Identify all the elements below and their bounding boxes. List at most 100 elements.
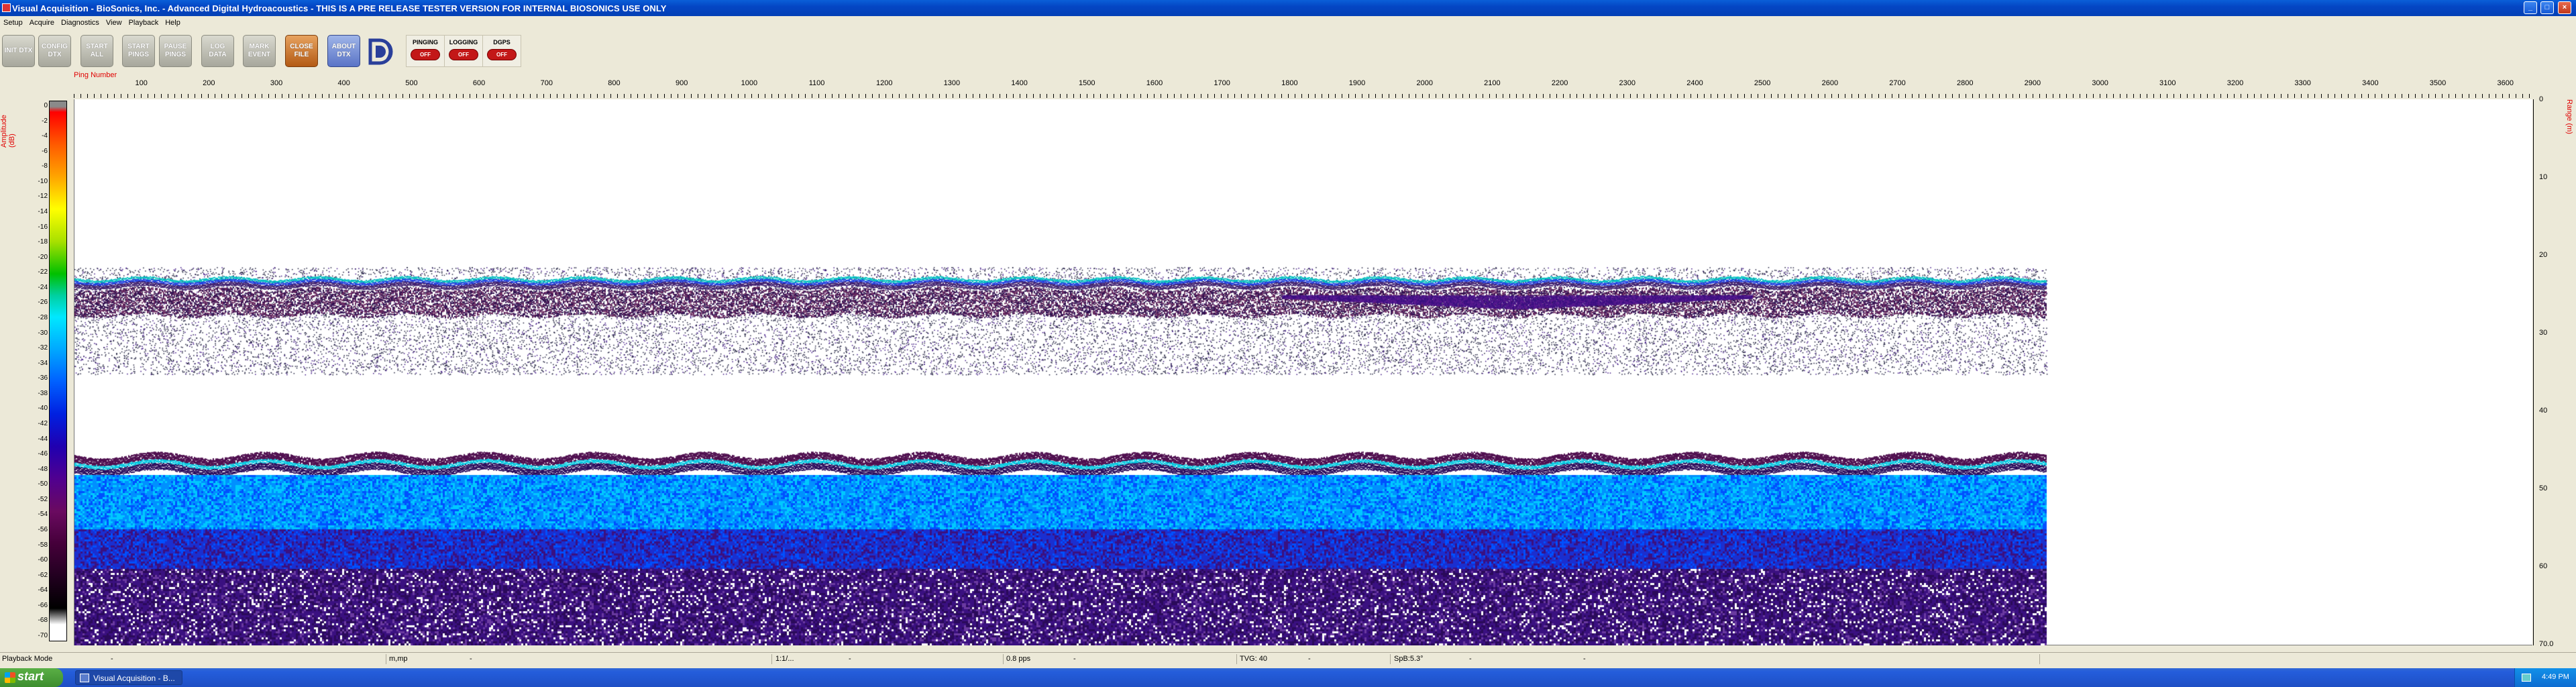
range-tick-label: 0 <box>2539 95 2544 103</box>
echogram-plot[interactable] <box>74 99 2533 645</box>
log-data-button[interactable]: LOG DATA <box>201 35 234 67</box>
range-tick-label: 40 <box>2539 407 2548 415</box>
ping-tick-label: 1400 <box>1011 79 1028 87</box>
amplitude-tick-labels: 0 -2 -4 -6 -8 -10 -12 -14 -16 -18 -20 -22 -24 -26 -28 -… <box>30 101 48 641</box>
ping-tick-label: 1100 <box>808 79 825 87</box>
ping-tick-label: 2800 <box>1956 79 1974 87</box>
units-status: m,mp <box>389 655 408 663</box>
mode-status: Playback Mode <box>2 655 53 663</box>
amplitude-axis-label: Amplitude (dB) <box>0 115 16 148</box>
ping-tick-label: 2000 <box>1416 79 1433 87</box>
amplitude-tick-label: -50 <box>38 480 48 488</box>
init-dtx-button[interactable]: INIT DTX <box>2 35 35 67</box>
clock: 4:49 PM <box>2542 673 2569 681</box>
ping-tick-label: 1000 <box>741 79 758 87</box>
status-bar: Playback Mode - m,mp - 1:1/... - 0.8 pps… <box>0 652 2576 666</box>
start-all-button[interactable]: START ALL <box>80 35 113 67</box>
amplitude-tick-label: -34 <box>38 359 48 367</box>
range-tick-label: 10 <box>2539 173 2548 181</box>
amplitude-tick-label: -12 <box>38 193 48 201</box>
ping-tick-label: 2100 <box>1484 79 1501 87</box>
close-button[interactable]: × <box>2558 1 2571 14</box>
menu-view[interactable]: View <box>103 17 125 27</box>
network-icon[interactable] <box>2522 674 2531 682</box>
toolbar: INIT DTX CONFIG DTX START ALL START PING… <box>0 32 537 70</box>
pinging-indicator: OFF <box>411 49 440 60</box>
menu-acquire[interactable]: Acquire <box>26 17 58 27</box>
title-bar: Visual Acquisition - BioSonics, Inc. - A… <box>0 0 2576 16</box>
app-icon <box>2 3 11 12</box>
ping-tick-label: 2400 <box>1686 79 1703 87</box>
maximize-button[interactable]: □ <box>2540 1 2554 14</box>
status-dash-4: - <box>1073 655 1076 663</box>
menu-diagnostics[interactable]: Diagnostics <box>58 17 103 27</box>
tvg-status: TVG: 40 <box>1240 655 1267 663</box>
close-file-button[interactable]: CLOSE FILE <box>285 35 318 67</box>
pause-pings-button[interactable]: PAUSE PINGS <box>159 35 192 67</box>
amplitude-tick-label: -26 <box>38 299 48 307</box>
mark-event-button[interactable]: MARK EVENT <box>243 35 276 67</box>
range-axis: 0 10 20 30 40 50 60 70.0 <box>2533 95 2573 648</box>
ping-tick-label: 1900 <box>1348 79 1366 87</box>
ping-tick-label: 500 <box>405 79 418 87</box>
ping-tick-label: 3000 <box>2092 79 2108 87</box>
ping-tick-label: 2900 <box>2024 79 2041 87</box>
amplitude-tick-label: -24 <box>38 283 48 291</box>
ping-tick-label: 300 <box>270 79 283 87</box>
system-tray: 4:49 PM <box>2514 668 2576 687</box>
ping-tick-label: 1200 <box>875 79 893 87</box>
amplitude-tick-label: -36 <box>38 374 48 382</box>
ping-number-ruler[interactable]: 100 200 300 400 500 600 700 800 900 1000 1100 1200 1… <box>74 79 2532 99</box>
amplitude-tick-label: -40 <box>38 405 48 413</box>
taskbar: start Visual Acquisition - B... 4:49 PM <box>0 668 2576 687</box>
echogram-canvas[interactable] <box>74 99 2533 645</box>
start-button[interactable]: start <box>0 668 63 687</box>
taskbar-item-visual-acquisition[interactable]: Visual Acquisition - B... <box>75 670 182 685</box>
status-dash-6: - <box>1469 655 1472 663</box>
menu-playback[interactable]: Playback <box>125 17 162 27</box>
ping-tick-label: 900 <box>675 79 688 87</box>
minimize-button[interactable]: _ <box>2524 1 2537 14</box>
amplitude-tick-label: -28 <box>38 314 48 321</box>
status-dash-1: - <box>111 655 113 663</box>
logging-indicator: OFF <box>449 49 478 60</box>
ping-tick-label: 2300 <box>1619 79 1636 87</box>
amplitude-tick-label: -14 <box>38 208 48 215</box>
amplitude-tick-label: -38 <box>38 389 48 397</box>
amplitude-colorbar <box>49 101 67 641</box>
amplitude-tick-label: -54 <box>38 511 48 519</box>
ping-tick-label: 3500 <box>2429 79 2447 87</box>
amplitude-tick-label: -58 <box>38 541 48 549</box>
biosonics-logo-icon <box>368 38 393 65</box>
scale-status: 1:1/... <box>775 655 794 663</box>
pinging-label: PINGING <box>412 39 438 46</box>
status-dash-5: - <box>1308 655 1311 663</box>
about-dtx-button[interactable]: ABOUT DTX <box>327 35 360 67</box>
amplitude-tick-label: -10 <box>38 177 48 185</box>
range-tick-label: 60 <box>2539 562 2548 570</box>
amplitude-tick-label: -4 <box>42 132 48 140</box>
ping-tick-label: 1300 <box>943 79 961 87</box>
ruler-ticks <box>74 94 2532 98</box>
amplitude-tick-label: -68 <box>38 617 48 625</box>
start-label: start <box>17 670 44 683</box>
dgps-indicator: OFF <box>487 49 517 60</box>
amplitude-tick-label: -20 <box>38 253 48 261</box>
ping-tick-label: 200 <box>203 79 215 87</box>
amplitude-tick-label: -56 <box>38 526 48 533</box>
start-pings-button[interactable]: START PINGS <box>122 35 155 67</box>
ping-tick-label: 800 <box>608 79 621 87</box>
sp-status: SpB:5.3° <box>1394 655 1424 663</box>
ping-tick-label: 100 <box>135 79 148 87</box>
amplitude-tick-label: -46 <box>38 450 48 458</box>
amplitude-tick-label: -2 <box>42 117 48 125</box>
amplitude-tick-label: -22 <box>38 268 48 276</box>
amplitude-tick-label: -30 <box>38 329 48 337</box>
menu-help[interactable]: Help <box>162 17 184 27</box>
menu-setup[interactable]: Setup <box>0 17 26 27</box>
menu-bar: Setup Acquire Diagnostics View Playback Help <box>0 17 2576 30</box>
ping-tick-label: 2200 <box>1551 79 1568 87</box>
ping-tick-label: 1500 <box>1079 79 1095 87</box>
config-dtx-button[interactable]: CONFIG DTX <box>38 35 71 67</box>
ping-tick-label: 2700 <box>1889 79 1906 87</box>
